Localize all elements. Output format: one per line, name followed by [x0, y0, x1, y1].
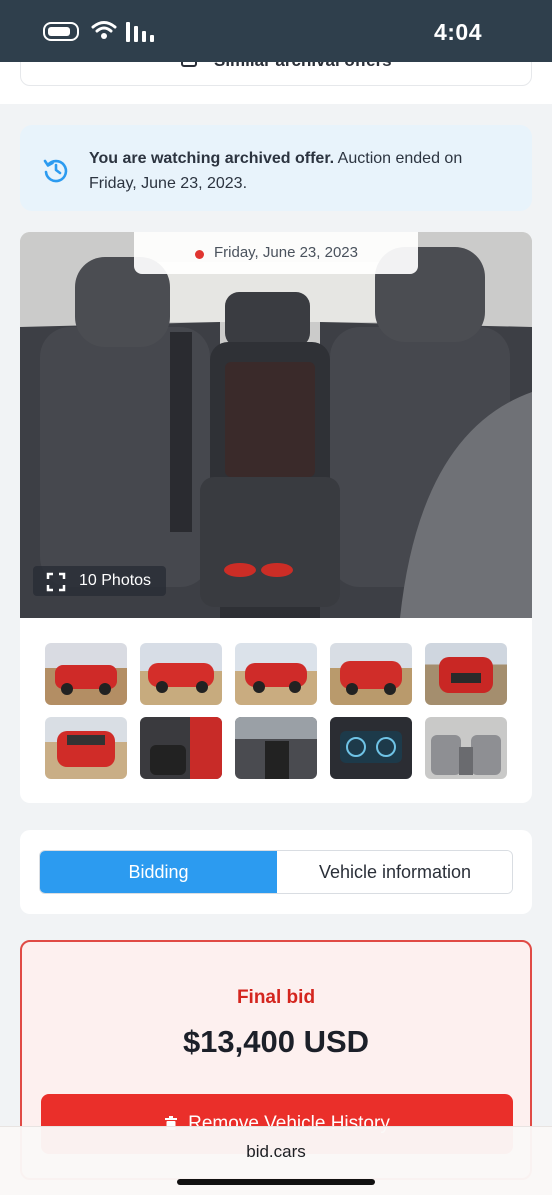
status-bar-overlay: 4:04: [0, 0, 552, 62]
tab-bar: Bidding Vehicle information: [39, 850, 513, 894]
wifi-icon: [91, 21, 117, 39]
photo-gallery: Friday, June 23, 2023 10 Photos: [20, 232, 532, 803]
auction-date: Friday, June 23, 2023: [214, 244, 358, 261]
tab-vehicle-information[interactable]: Vehicle information: [277, 851, 512, 893]
live-dot: [195, 250, 204, 259]
fullscreen-icon: [46, 572, 66, 592]
thumbnail-front-right[interactable]: [330, 643, 412, 705]
archived-notice-text: You are watching archived offer. Auction…: [89, 146, 509, 196]
thumbnail-instrument-cluster[interactable]: [330, 717, 412, 779]
main-photo[interactable]: Friday, June 23, 2023 10 Photos: [20, 232, 532, 618]
thumbnail-front-left[interactable]: [45, 643, 127, 705]
car-thumbnail-art: [235, 717, 317, 779]
status-time: 4:04: [433, 19, 482, 45]
browser-address-bar[interactable]: bid.cars: [0, 1126, 552, 1195]
auction-date-pill: Friday, June 23, 2023: [134, 232, 418, 274]
history-icon: [43, 159, 68, 183]
car-thumbnail-art: [431, 735, 501, 775]
archived-notice-bold: You are watching archived offer.: [89, 150, 335, 167]
car-thumbnail-art: [150, 717, 222, 779]
thumbnail-front[interactable]: [425, 643, 507, 705]
thumbnail-rear-left[interactable]: [235, 643, 317, 705]
url-label: bid.cars: [246, 1142, 306, 1161]
car-thumbnail-art: [148, 663, 214, 693]
signal-icon: [126, 22, 154, 42]
tab-bidding[interactable]: Bidding: [40, 851, 277, 893]
thumbnail-rear-seat[interactable]: [425, 717, 507, 779]
thumbnail-side-left[interactable]: [140, 643, 222, 705]
car-thumbnail-art: [55, 665, 117, 695]
home-indicator[interactable]: [177, 1179, 375, 1185]
car-thumbnail-art: [439, 657, 493, 693]
final-bid-label: Final bid: [236, 987, 316, 1008]
battery-icon: [43, 22, 79, 41]
rear-seat-illustration: [20, 232, 532, 618]
thumbnail-interior-console[interactable]: [235, 717, 317, 779]
car-thumbnail-art: [245, 663, 307, 693]
car-thumbnail-art: [57, 731, 115, 767]
photos-count-button[interactable]: 10 Photos: [33, 566, 166, 596]
tabs-card: Bidding Vehicle information: [20, 830, 532, 914]
archived-offer-notice: You are watching archived offer. Auction…: [20, 125, 532, 211]
car-thumbnail-art: [340, 731, 402, 763]
thumbnail-rear[interactable]: [45, 717, 127, 779]
photos-count-label: 10 Photos: [79, 572, 152, 589]
car-thumbnail-art: [340, 661, 402, 695]
thumbnail-interior-front[interactable]: [140, 717, 222, 779]
final-bid-amount: $13,400 USD: [182, 1024, 370, 1059]
